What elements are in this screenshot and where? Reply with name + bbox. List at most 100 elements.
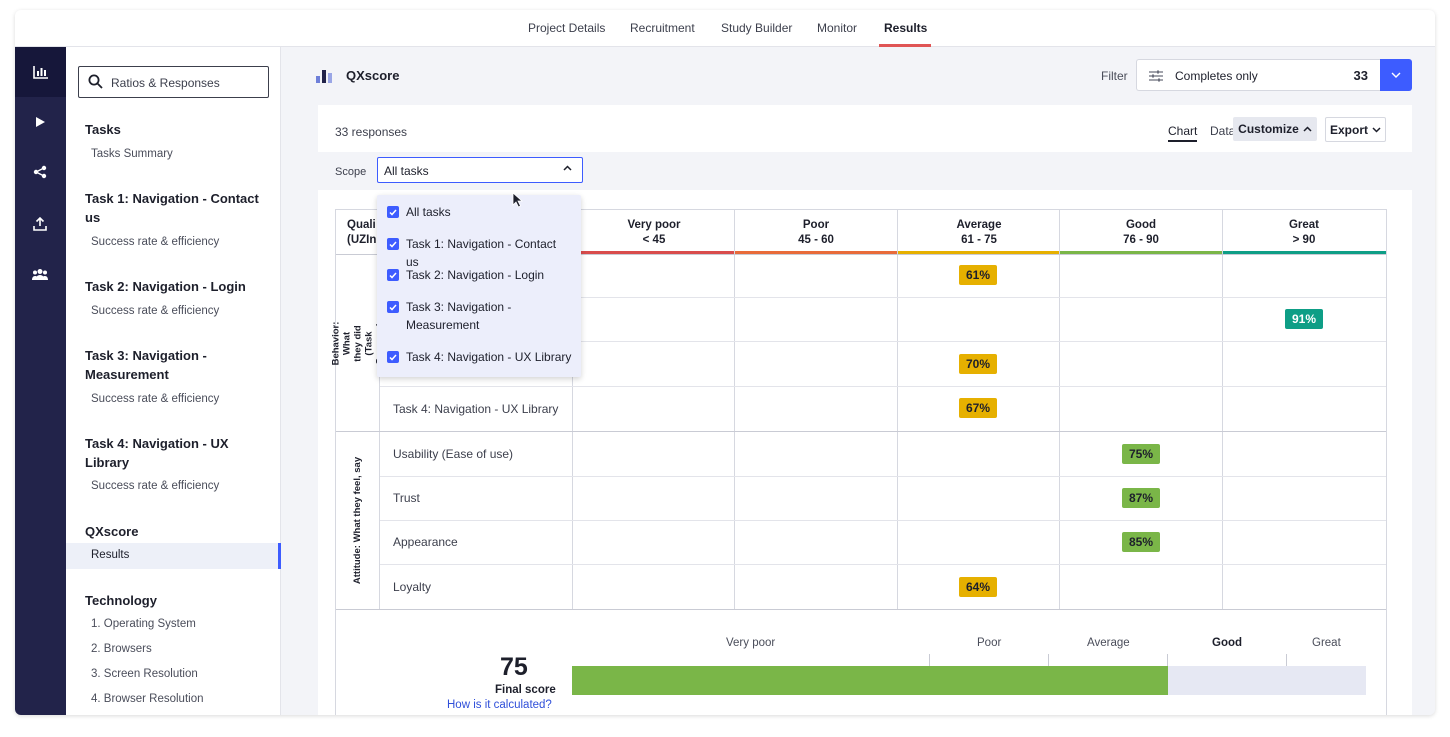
row-label-loyalty: Loyalty: [393, 580, 432, 594]
sidebar-item-results[interactable]: Results: [91, 549, 129, 561]
main-content: QXscore Filter Completes only 33 33 resp…: [282, 47, 1435, 715]
share-icon[interactable]: [29, 161, 51, 183]
divider: [380, 520, 1386, 521]
sidebar-item-task-2-success[interactable]: Success rate & efficiency: [91, 305, 219, 317]
scope-bar: Scope All tasks: [318, 152, 1412, 190]
score-badge: 75%: [1122, 444, 1160, 464]
export-button[interactable]: Export: [1325, 117, 1386, 142]
column-label: Good: [1125, 219, 1157, 231]
score-badge: 70%: [959, 354, 997, 374]
checkbox-checked-icon[interactable]: [387, 269, 399, 281]
column-label: Very poor: [627, 219, 681, 231]
option-label: Task 3: Navigation - Measurement: [406, 300, 512, 332]
checkbox-checked-icon[interactable]: [387, 301, 399, 313]
sidebar-item-operating-system[interactable]: 1. Operating System: [91, 618, 196, 630]
checkbox-checked-icon[interactable]: [387, 238, 399, 250]
users-icon[interactable]: [29, 263, 51, 285]
customize-label: Customize: [1238, 122, 1299, 136]
play-icon[interactable]: [29, 111, 51, 133]
sidebar-section-task-2: Task 2: Navigation - Login: [85, 279, 246, 294]
sidebar-section-task-4: Task 4: Navigation - UX Library: [85, 436, 229, 470]
qxscore-icon: [315, 66, 335, 84]
quality-header-line-1: Quali: [347, 219, 376, 231]
sidebar-section-task-1: Task 1: Navigation - Contact us: [85, 191, 259, 225]
scope-select[interactable]: All tasks: [377, 157, 583, 183]
checkbox-checked-icon[interactable]: [387, 206, 399, 218]
tab-data[interactable]: Data: [1210, 124, 1235, 138]
scope-option-task-3[interactable]: Task 3: Navigation - Measurement: [387, 298, 572, 334]
how-calculated-link[interactable]: How is it calculated?: [447, 699, 552, 711]
chevron-down-icon: [1391, 72, 1401, 78]
option-label: Task 4: Navigation - UX Library: [406, 350, 572, 364]
row-label-task-4: Task 4: Navigation - UX Library: [393, 402, 559, 416]
chevron-up-icon: [1303, 126, 1312, 132]
column-header-great: Great > 90: [1223, 218, 1385, 248]
group-label-text: Attitude: What they feel, say: [352, 456, 364, 585]
sidebar-item-screen-resolution[interactable]: 3. Screen Resolution: [91, 668, 198, 680]
bar-chart-icon[interactable]: [15, 47, 66, 97]
tab-results[interactable]: Results: [884, 21, 927, 35]
score-badge: 67%: [959, 398, 997, 418]
upload-icon[interactable]: [29, 213, 51, 235]
divider: [380, 386, 1386, 387]
scope-option-task-2[interactable]: Task 2: Navigation - Login: [387, 266, 572, 284]
page-title: QXscore: [346, 68, 400, 83]
search-input[interactable]: Ratios & Responses: [78, 66, 269, 98]
column-range: > 90: [1292, 234, 1316, 246]
column-label: Poor: [802, 219, 830, 231]
scale-tick: [929, 654, 930, 666]
column-range: < 45: [642, 234, 666, 246]
tab-study-builder[interactable]: Study Builder: [721, 21, 792, 35]
score-badge: 91%: [1285, 309, 1323, 329]
tab-chart[interactable]: Chart: [1168, 124, 1198, 142]
row-label-appearance: Appearance: [393, 535, 458, 549]
final-score-value: 75: [500, 653, 528, 681]
score-badge: 85%: [1122, 532, 1160, 552]
mouse-cursor-icon: [512, 192, 524, 213]
option-label: All tasks: [406, 205, 451, 219]
top-nav: Project Details Recruitment Study Builde…: [15, 10, 1435, 47]
scope-option-task-4[interactable]: Task 4: Navigation - UX Library: [387, 348, 572, 366]
divider: [1222, 210, 1223, 610]
group-label-attitude: Attitude: What they feel, say: [336, 432, 380, 609]
sidebar-section-tasks: Tasks: [85, 122, 121, 137]
filter-dropdown-button[interactable]: [1380, 59, 1412, 91]
app-window: Project Details Recruitment Study Builde…: [15, 10, 1435, 715]
filter-count: 33: [1353, 68, 1368, 83]
column-header-poor: Poor 45 - 60: [735, 218, 897, 248]
divider: [1059, 210, 1060, 610]
filter-select[interactable]: Completes only 33: [1136, 59, 1380, 91]
chevron-up-icon: [563, 165, 572, 171]
divider: [336, 609, 1386, 610]
scale-label-good: Good: [1212, 637, 1243, 649]
sidebar-section-technology: Technology: [85, 593, 157, 608]
column-label: Average: [956, 219, 1002, 231]
sidebar-item-tasks-summary[interactable]: Tasks Summary: [91, 148, 173, 160]
customize-button[interactable]: Customize: [1233, 117, 1317, 141]
sliders-icon: [1149, 69, 1163, 87]
column-header-average: Average 61 - 75: [898, 218, 1060, 248]
tab-project-details[interactable]: Project Details: [528, 21, 605, 35]
scope-option-all-tasks[interactable]: All tasks: [387, 203, 572, 221]
row-label-trust: Trust: [393, 491, 420, 505]
option-label: Task 2: Navigation - Login: [406, 268, 545, 282]
divider: [897, 210, 898, 610]
tab-recruitment[interactable]: Recruitment: [630, 21, 695, 35]
sidebar-item-task-1-success[interactable]: Success rate & efficiency: [91, 236, 219, 248]
sidebar-section-task-3: Task 3: Navigation - Measurement: [85, 348, 207, 382]
divider: [380, 564, 1386, 565]
row-label-usability: Usability (Ease of use): [393, 447, 514, 461]
quality-header-line-2: (UZIn: [347, 234, 377, 246]
column-range: 76 - 90: [1123, 234, 1159, 246]
sidebar-item-browser-resolution[interactable]: 4. Browser Resolution: [91, 693, 204, 705]
sidebar-item-browsers[interactable]: 2. Browsers: [91, 643, 152, 655]
tab-monitor[interactable]: Monitor: [817, 21, 857, 35]
filter-label: Filter: [1101, 69, 1128, 83]
sidebar-item-task-4-success[interactable]: Success rate & efficiency: [91, 480, 219, 492]
quality-header: Quali (UZIn: [347, 218, 376, 248]
checkbox-checked-icon[interactable]: [387, 351, 399, 363]
score-bar-fill: [572, 666, 1168, 695]
sidebar-section-qxscore: QXscore: [85, 524, 139, 539]
column-range: 45 - 60: [798, 234, 834, 246]
sidebar-item-task-3-success[interactable]: Success rate & efficiency: [91, 393, 219, 405]
